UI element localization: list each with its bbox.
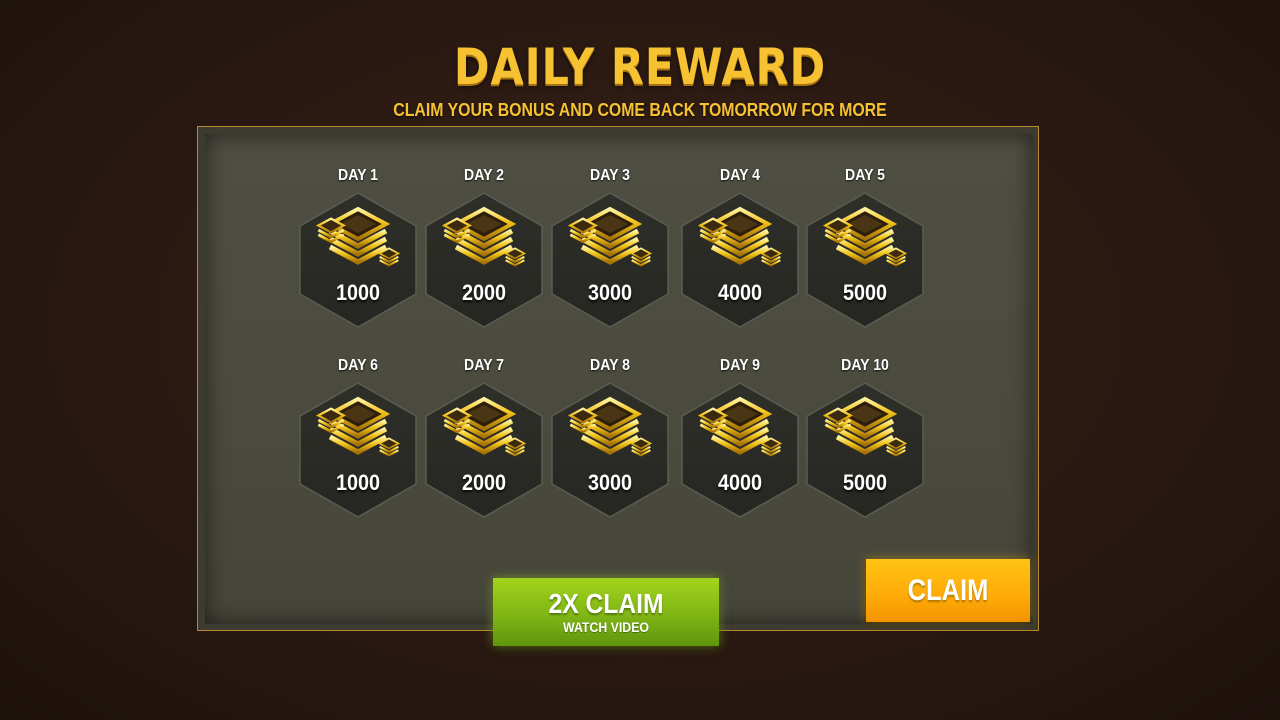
day-label: DAY 2 <box>464 167 504 184</box>
reward-amount: 2000 <box>461 470 507 495</box>
day-label: DAY 9 <box>720 357 760 374</box>
reward-day-4[interactable]: DAY 4 4000 <box>678 167 802 337</box>
day-label: DAY 1 <box>338 167 378 184</box>
reward-day-3[interactable]: DAY 3 3000 <box>548 167 672 337</box>
gold-stack-icon <box>805 191 925 329</box>
day-label: DAY 5 <box>845 167 885 184</box>
reward-amount: 1000 <box>335 470 381 495</box>
gold-stack-icon <box>550 381 670 519</box>
reward-amount: 4000 <box>717 470 763 495</box>
reward-day-10[interactable]: DAY 10 5000 <box>803 357 927 527</box>
page-subtitle: CLAIM YOUR BONUS AND COME BACK TOMORROW … <box>393 100 887 120</box>
gold-stack-icon <box>424 381 544 519</box>
reward-amount: 3000 <box>587 280 633 305</box>
day-label: DAY 7 <box>464 357 504 374</box>
reward-amount: 1000 <box>335 280 381 305</box>
reward-day-5[interactable]: DAY 5 5000 <box>803 167 927 337</box>
claim-label: CLAIM <box>907 574 989 607</box>
double-claim-label: 2X CLAIM <box>548 588 664 619</box>
reward-amount: 3000 <box>587 470 633 495</box>
reward-amount: 2000 <box>461 280 507 305</box>
gold-stack-icon <box>680 381 800 519</box>
day-label: DAY 6 <box>338 357 378 374</box>
reward-amount: 5000 <box>842 470 888 495</box>
reward-day-8[interactable]: DAY 8 3000 <box>548 357 672 527</box>
gold-stack-icon <box>680 191 800 329</box>
reward-amount: 4000 <box>717 280 763 305</box>
gold-stack-icon <box>805 381 925 519</box>
reward-day-1[interactable]: DAY 1 1000 <box>296 167 420 337</box>
day-label: DAY 4 <box>720 167 760 184</box>
double-claim-button[interactable]: 2X CLAIM WATCH VIDEO <box>493 578 719 646</box>
claim-button[interactable]: CLAIM <box>866 559 1030 622</box>
day-label: DAY 3 <box>590 167 630 184</box>
reward-day-7[interactable]: DAY 7 2000 <box>422 357 546 527</box>
day-label: DAY 8 <box>590 357 630 374</box>
day-label: DAY 10 <box>841 357 889 374</box>
reward-day-2[interactable]: DAY 2 2000 <box>422 167 546 337</box>
gold-stack-icon <box>298 191 418 329</box>
watch-video-label: WATCH VIDEO <box>562 619 650 635</box>
reward-day-6[interactable]: DAY 6 1000 <box>296 357 420 527</box>
page-title: DAILY REWARD <box>453 38 827 96</box>
gold-stack-icon <box>550 191 670 329</box>
gold-stack-icon <box>424 191 544 329</box>
gold-stack-icon <box>298 381 418 519</box>
reward-amount: 5000 <box>842 280 888 305</box>
reward-day-9[interactable]: DAY 9 4000 <box>678 357 802 527</box>
